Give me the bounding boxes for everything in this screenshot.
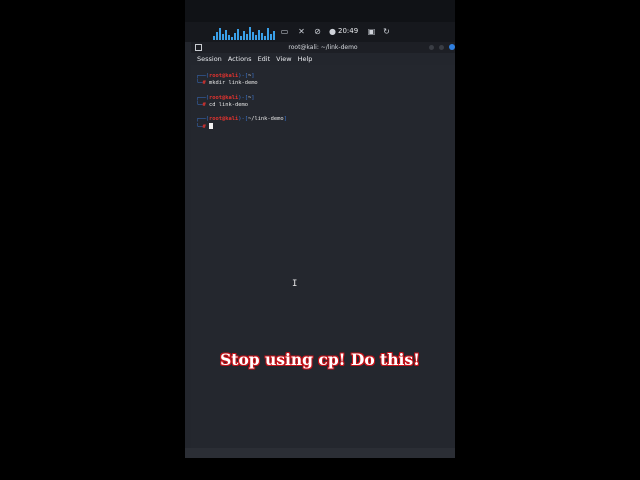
bluetooth-icon[interactable]: ● [328,27,337,36]
text-cursor [209,123,213,129]
speaker-muted-icon[interactable]: ✕ [297,27,306,36]
window-title: root@kali: ~/link-demo [288,44,358,51]
command-text: mkdir link-demo [209,80,258,86]
screen-frame: ▭ ✕ ⊘ ● 20:49 ▣ ↻ root@kali: ~/link-demo… [185,0,455,480]
lock-icon[interactable]: ▣ [367,27,376,36]
prompt-block-active: ┌──(root@kali)-[~/link-demo] └─# [196,116,287,130]
menu-help[interactable]: Help [298,53,313,65]
menu-actions[interactable]: Actions [228,53,252,65]
menu-edit[interactable]: Edit [258,53,271,65]
prompt-block: ┌──(root@kali)-[~] └─# cd link-demo [196,95,255,108]
top-strip [185,0,455,22]
menu-session[interactable]: Session [197,53,222,65]
terminal-app-icon [195,44,202,51]
right-black-margin [455,0,640,480]
close-button[interactable] [449,44,455,50]
menu-view[interactable]: View [276,53,291,65]
microphone-muted-icon[interactable]: ⊘ [313,27,322,36]
taskbar: ▭ ✕ ⊘ ● 20:49 ▣ ↻ [185,22,455,42]
clock[interactable]: 20:49 [338,27,358,36]
maximize-button[interactable] [439,45,444,50]
minimize-button[interactable] [429,45,434,50]
left-black-margin [0,0,185,480]
terminal-output[interactable]: ┌──(root@kali)-[~] └─# mkdir link-demo ┌… [191,65,455,448]
ibeam-cursor-icon: I [292,279,298,289]
command-text: cd link-demo [209,102,248,108]
menu-bar: Session Actions Edit View Help [191,53,455,65]
bottom-black-bar [185,458,455,480]
bottom-strip [185,448,455,458]
refresh-icon[interactable]: ↻ [382,27,391,36]
window-icon[interactable]: ▭ [280,27,289,36]
prompt-block: ┌──(root@kali)-[~] └─# mkdir link-demo [196,73,258,86]
video-caption: Stop using cp! Do this! [220,350,420,369]
audio-visualizer-icon [213,26,277,40]
window-titlebar[interactable]: root@kali: ~/link-demo [191,42,455,53]
